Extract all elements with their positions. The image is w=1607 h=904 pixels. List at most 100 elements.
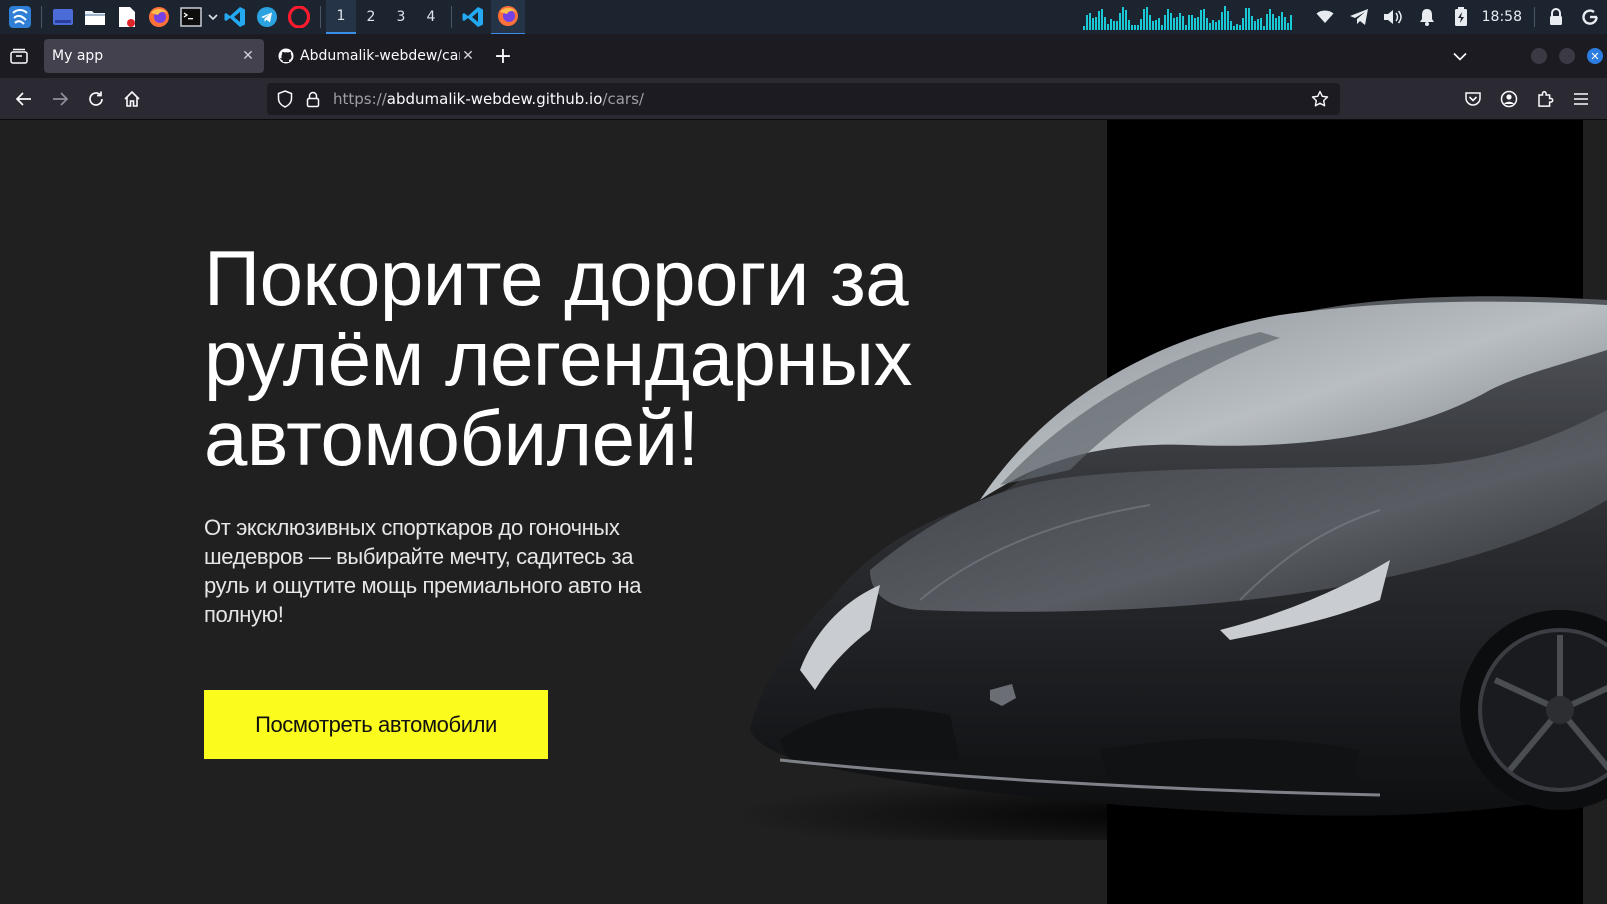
visualizer-bar [1229,21,1232,30]
webpage: Покорите дороги за рулём легендарных авт… [0,120,1607,904]
github-icon [278,48,294,64]
url-host: abdumalik-webdew.github.io [386,90,603,108]
visualizer-bar [1130,25,1133,30]
telegram-icon[interactable] [254,4,280,30]
visualizer-bar [1148,14,1151,30]
view-cars-button[interactable]: Посмотреть автомобили [204,690,548,759]
visualizer-bar [1247,7,1250,30]
visualizer-bar [1277,15,1280,30]
visualizer-bar [1274,18,1277,30]
secure-lock-icon[interactable] [299,83,327,115]
visualizer-bar [1178,12,1181,30]
visualizer-bar [1157,18,1160,30]
visualizer-bar [1205,18,1208,30]
visualizer-bar [1088,13,1091,30]
visualizer-bar [1094,17,1097,30]
visualizer-bar [1271,13,1274,30]
minimize-window-button[interactable] [1531,48,1547,64]
visualizer-bar [1262,25,1265,30]
file-manager-icon[interactable] [82,4,108,30]
vscode-window-icon[interactable] [460,4,486,30]
chevron-down-icon[interactable] [207,4,219,30]
notifications-icon[interactable] [1416,6,1438,28]
tray-separator [1534,7,1535,27]
back-icon[interactable] [6,83,42,115]
visualizer-bar [1118,13,1121,30]
visualizer-bar [1265,14,1268,30]
visualizer-bar [1220,11,1223,30]
workspace-1[interactable]: 1 [326,0,356,34]
address-bar[interactable]: https://abdumalik-webdew.github.io/cars/ [267,83,1340,115]
pocket-icon[interactable] [1455,83,1491,115]
close-tab-icon[interactable]: ✕ [460,48,476,64]
firefox-window-icon[interactable] [491,0,525,35]
account-icon[interactable] [1491,83,1527,115]
volume-icon[interactable] [1382,6,1404,28]
visualizer-bar [1169,12,1172,30]
visualizer-bar [1172,17,1175,30]
reload-icon[interactable] [78,83,114,115]
visualizer-bar [1211,19,1214,30]
browser-nav-bar: https://abdumalik-webdew.github.io/cars/ [0,78,1607,120]
visualizer-bar [1253,20,1256,30]
desktop-icon[interactable] [50,4,76,30]
visualizer-bar [1103,16,1106,30]
visualizer-bar [1232,25,1235,30]
visualizer-bar [1280,11,1283,30]
visualizer-bar [1109,18,1112,30]
tab-my-app[interactable]: My app ✕ [44,39,264,73]
wifi-icon[interactable] [1314,6,1336,28]
visualizer-bar [1289,14,1292,30]
forward-icon[interactable] [42,83,78,115]
firefox-icon[interactable] [146,4,172,30]
home-icon[interactable] [114,83,150,115]
taskbar-separator [451,6,452,28]
text-editor-icon[interactable] [114,4,140,30]
tab-github-cars[interactable]: Abdumalik-webdew/cars ✕ [270,39,484,73]
opera-icon[interactable] [286,4,312,30]
terminal-icon[interactable] [178,4,204,30]
workspace-2[interactable]: 2 [356,0,386,34]
hero-description: От эксклюзивных спорткаров до гоночных ш… [204,515,642,627]
extensions-icon[interactable] [1527,83,1563,115]
vscode-icon[interactable] [222,4,248,30]
menu-hamburger-icon[interactable] [1563,83,1599,115]
new-tab-button[interactable]: + [488,41,518,71]
taskbar-separator [320,6,321,28]
visualizer-bar [1268,9,1271,30]
system-tray: 18:58 [1082,0,1607,34]
visualizer-bar [1241,17,1244,30]
visualizer-bar [1244,8,1247,30]
workspace-3[interactable]: 3 [386,0,416,34]
bookmark-star-icon[interactable] [1306,83,1334,115]
workspace-4[interactable]: 4 [416,0,446,34]
visualizer-bar [1187,14,1190,30]
url-text[interactable]: https://abdumalik-webdew.github.io/cars/ [333,90,644,108]
close-window-button[interactable]: ✕ [1587,48,1603,64]
lock-icon[interactable] [1545,6,1567,28]
firefox-view-button[interactable] [0,34,38,78]
visualizer-bar [1181,15,1184,30]
clock[interactable]: 18:58 [1482,9,1522,25]
battery-icon[interactable] [1450,6,1472,28]
visualizer-bar [1286,23,1289,30]
browser-tab-bar: My app ✕ Abdumalik-webdew/cars ✕ + ✕ [0,34,1607,78]
visualizer-bar [1217,20,1220,30]
taskbar-launchers: 1 2 3 4 [0,0,527,35]
telegram-tray-icon[interactable] [1348,6,1370,28]
visualizer-bar [1238,25,1241,30]
visualizer-bar [1151,20,1154,30]
maximize-window-button[interactable] [1559,48,1575,64]
list-all-tabs-icon[interactable] [1445,41,1475,71]
power-icon[interactable] [1579,6,1601,28]
tracking-protection-shield-icon[interactable] [271,83,299,115]
visualizer-bar [1184,24,1187,30]
visualizer-bar [1160,24,1163,30]
visualizer-bar [1115,20,1118,30]
close-tab-icon[interactable]: ✕ [240,48,256,64]
app-menu-icon[interactable] [7,4,33,30]
hero-title: Покорите дороги за рулём легендарных авт… [204,234,912,482]
url-path: /cars/ [602,90,644,108]
tab-title: My app [52,48,104,64]
url-scheme: https:// [333,90,387,108]
